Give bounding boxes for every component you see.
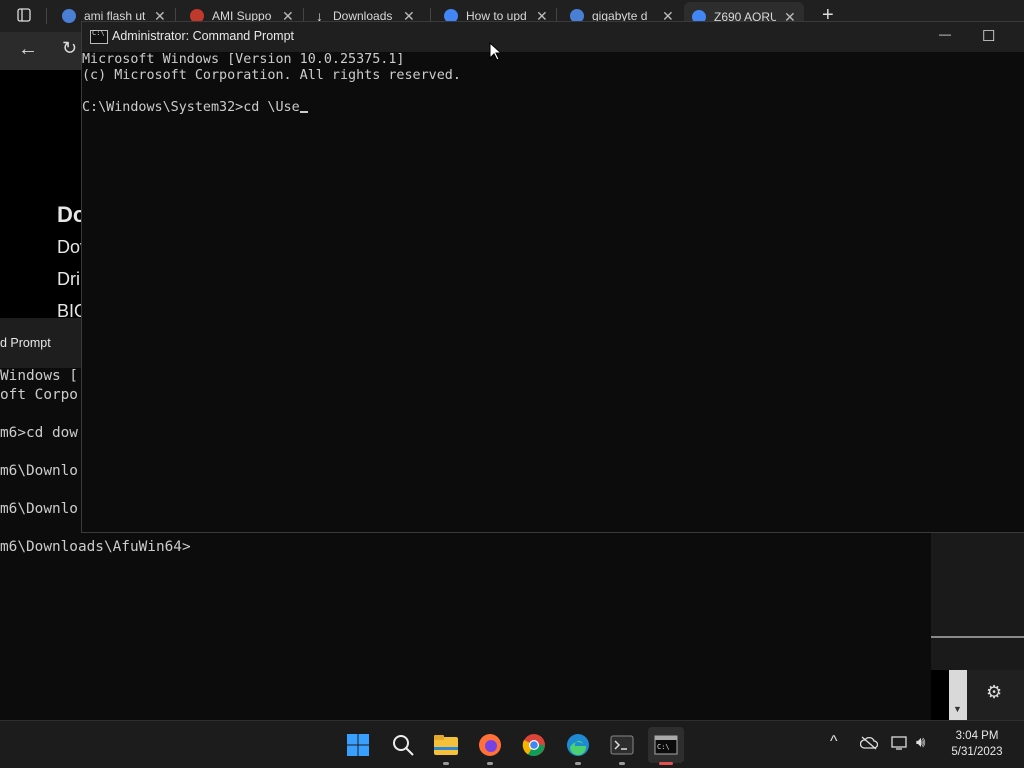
file-explorer-button[interactable] — [428, 727, 464, 765]
search-favicon-icon — [570, 9, 584, 23]
volume-icon[interactable]: 🔊︎ — [916, 734, 925, 751]
console-line: m6\Downlo — [0, 463, 78, 479]
firefox-button[interactable] — [472, 727, 508, 765]
firefox-icon — [479, 734, 501, 756]
google-favicon-icon — [444, 9, 458, 23]
chevron-up-icon[interactable]: ^ — [830, 733, 838, 751]
settings-gear-icon[interactable]: ⚙ — [986, 682, 1002, 703]
tab-title: How to upd — [466, 9, 527, 23]
console-prompt: C:\Windows\System32>cd \Use — [82, 100, 300, 115]
cloud-off-icon[interactable] — [860, 736, 878, 750]
minimize-button[interactable]: — — [939, 27, 951, 41]
background-cmd-title: d Prompt — [0, 336, 51, 350]
browser-page-content: Do Dov Dri BIO — [0, 70, 89, 321]
chrome-icon — [522, 734, 545, 756]
search-icon — [393, 735, 414, 756]
tab-title: ami flash ut — [84, 9, 146, 23]
tab-title: gigabyte d — [592, 9, 648, 23]
window-title: Administrator: Command Prompt — [112, 29, 295, 43]
maximize-button[interactable]: ☐ — [982, 27, 995, 45]
tab-title: AMI Suppo — [212, 9, 272, 23]
site-favicon-icon — [190, 9, 204, 23]
console-line: oft Corpo — [0, 387, 78, 403]
console-line: Microsoft Windows [Version 10.0.25375.1] — [82, 52, 405, 67]
browser-toolbar: ← ↻ — [0, 32, 82, 70]
tab-actions-icon[interactable] — [17, 8, 31, 22]
console-line: m6>cd dow — [0, 425, 78, 441]
network-icon[interactable] — [891, 735, 909, 751]
refresh-icon[interactable]: ↻ — [62, 38, 77, 59]
command-prompt-icon: C:\ — [654, 735, 678, 755]
command-prompt-button[interactable]: C:\ — [648, 727, 684, 765]
search-favicon-icon — [62, 9, 76, 23]
background-window-edge: ▼ ⚙ — [931, 532, 1024, 720]
terminal-icon — [610, 735, 634, 755]
file-explorer-icon — [434, 735, 458, 755]
cmd-app-icon: C:\ — [90, 29, 108, 44]
taskbar: C:\ ^ 🔊︎ 3:04 PM 5/31/2023 — [0, 720, 1024, 768]
text-cursor — [299, 111, 308, 113]
terminal-button[interactable] — [604, 727, 640, 765]
page-link[interactable]: Dri — [57, 269, 80, 290]
scroll-down-icon[interactable]: ▼ — [953, 704, 962, 714]
search-button[interactable] — [385, 727, 421, 763]
cmd-console[interactable]: Microsoft Windows [Version 10.0.25375.1]… — [82, 52, 1024, 532]
cmd-titlebar[interactable]: C:\ Administrator: Command Prompt — ☐ — [82, 22, 1024, 52]
back-arrow-icon[interactable]: ← — [18, 38, 38, 61]
clock-time: 3:04 PM — [955, 730, 999, 742]
console-line: (c) Microsoft Corporation. All rights re… — [82, 68, 461, 83]
start-icon — [347, 734, 369, 756]
background-cmd-titlebar[interactable]: d Prompt — [0, 318, 82, 368]
svg-text:C:\: C:\ — [657, 743, 670, 751]
console-input-line[interactable]: C:\Windows\System32>cd \Use — [82, 100, 308, 115]
edge-icon — [567, 734, 589, 756]
start-button[interactable] — [340, 727, 376, 763]
edge-button[interactable] — [560, 727, 596, 765]
clock-date: 5/31/2023 — [951, 746, 1003, 758]
command-prompt-window[interactable]: C:\ Administrator: Command Prompt — ☐ Mi… — [82, 22, 1024, 532]
console-line: m6\Downloads\AfuWin64> — [0, 539, 191, 555]
tab-title: Downloads — [333, 9, 393, 23]
chrome-button[interactable] — [516, 727, 552, 763]
system-clock[interactable]: 3:04 PM 5/31/2023 — [942, 728, 1012, 760]
console-line: m6\Downlo — [0, 501, 78, 517]
mouse-pointer-icon — [489, 42, 501, 61]
console-line: Windows [ — [0, 368, 78, 384]
